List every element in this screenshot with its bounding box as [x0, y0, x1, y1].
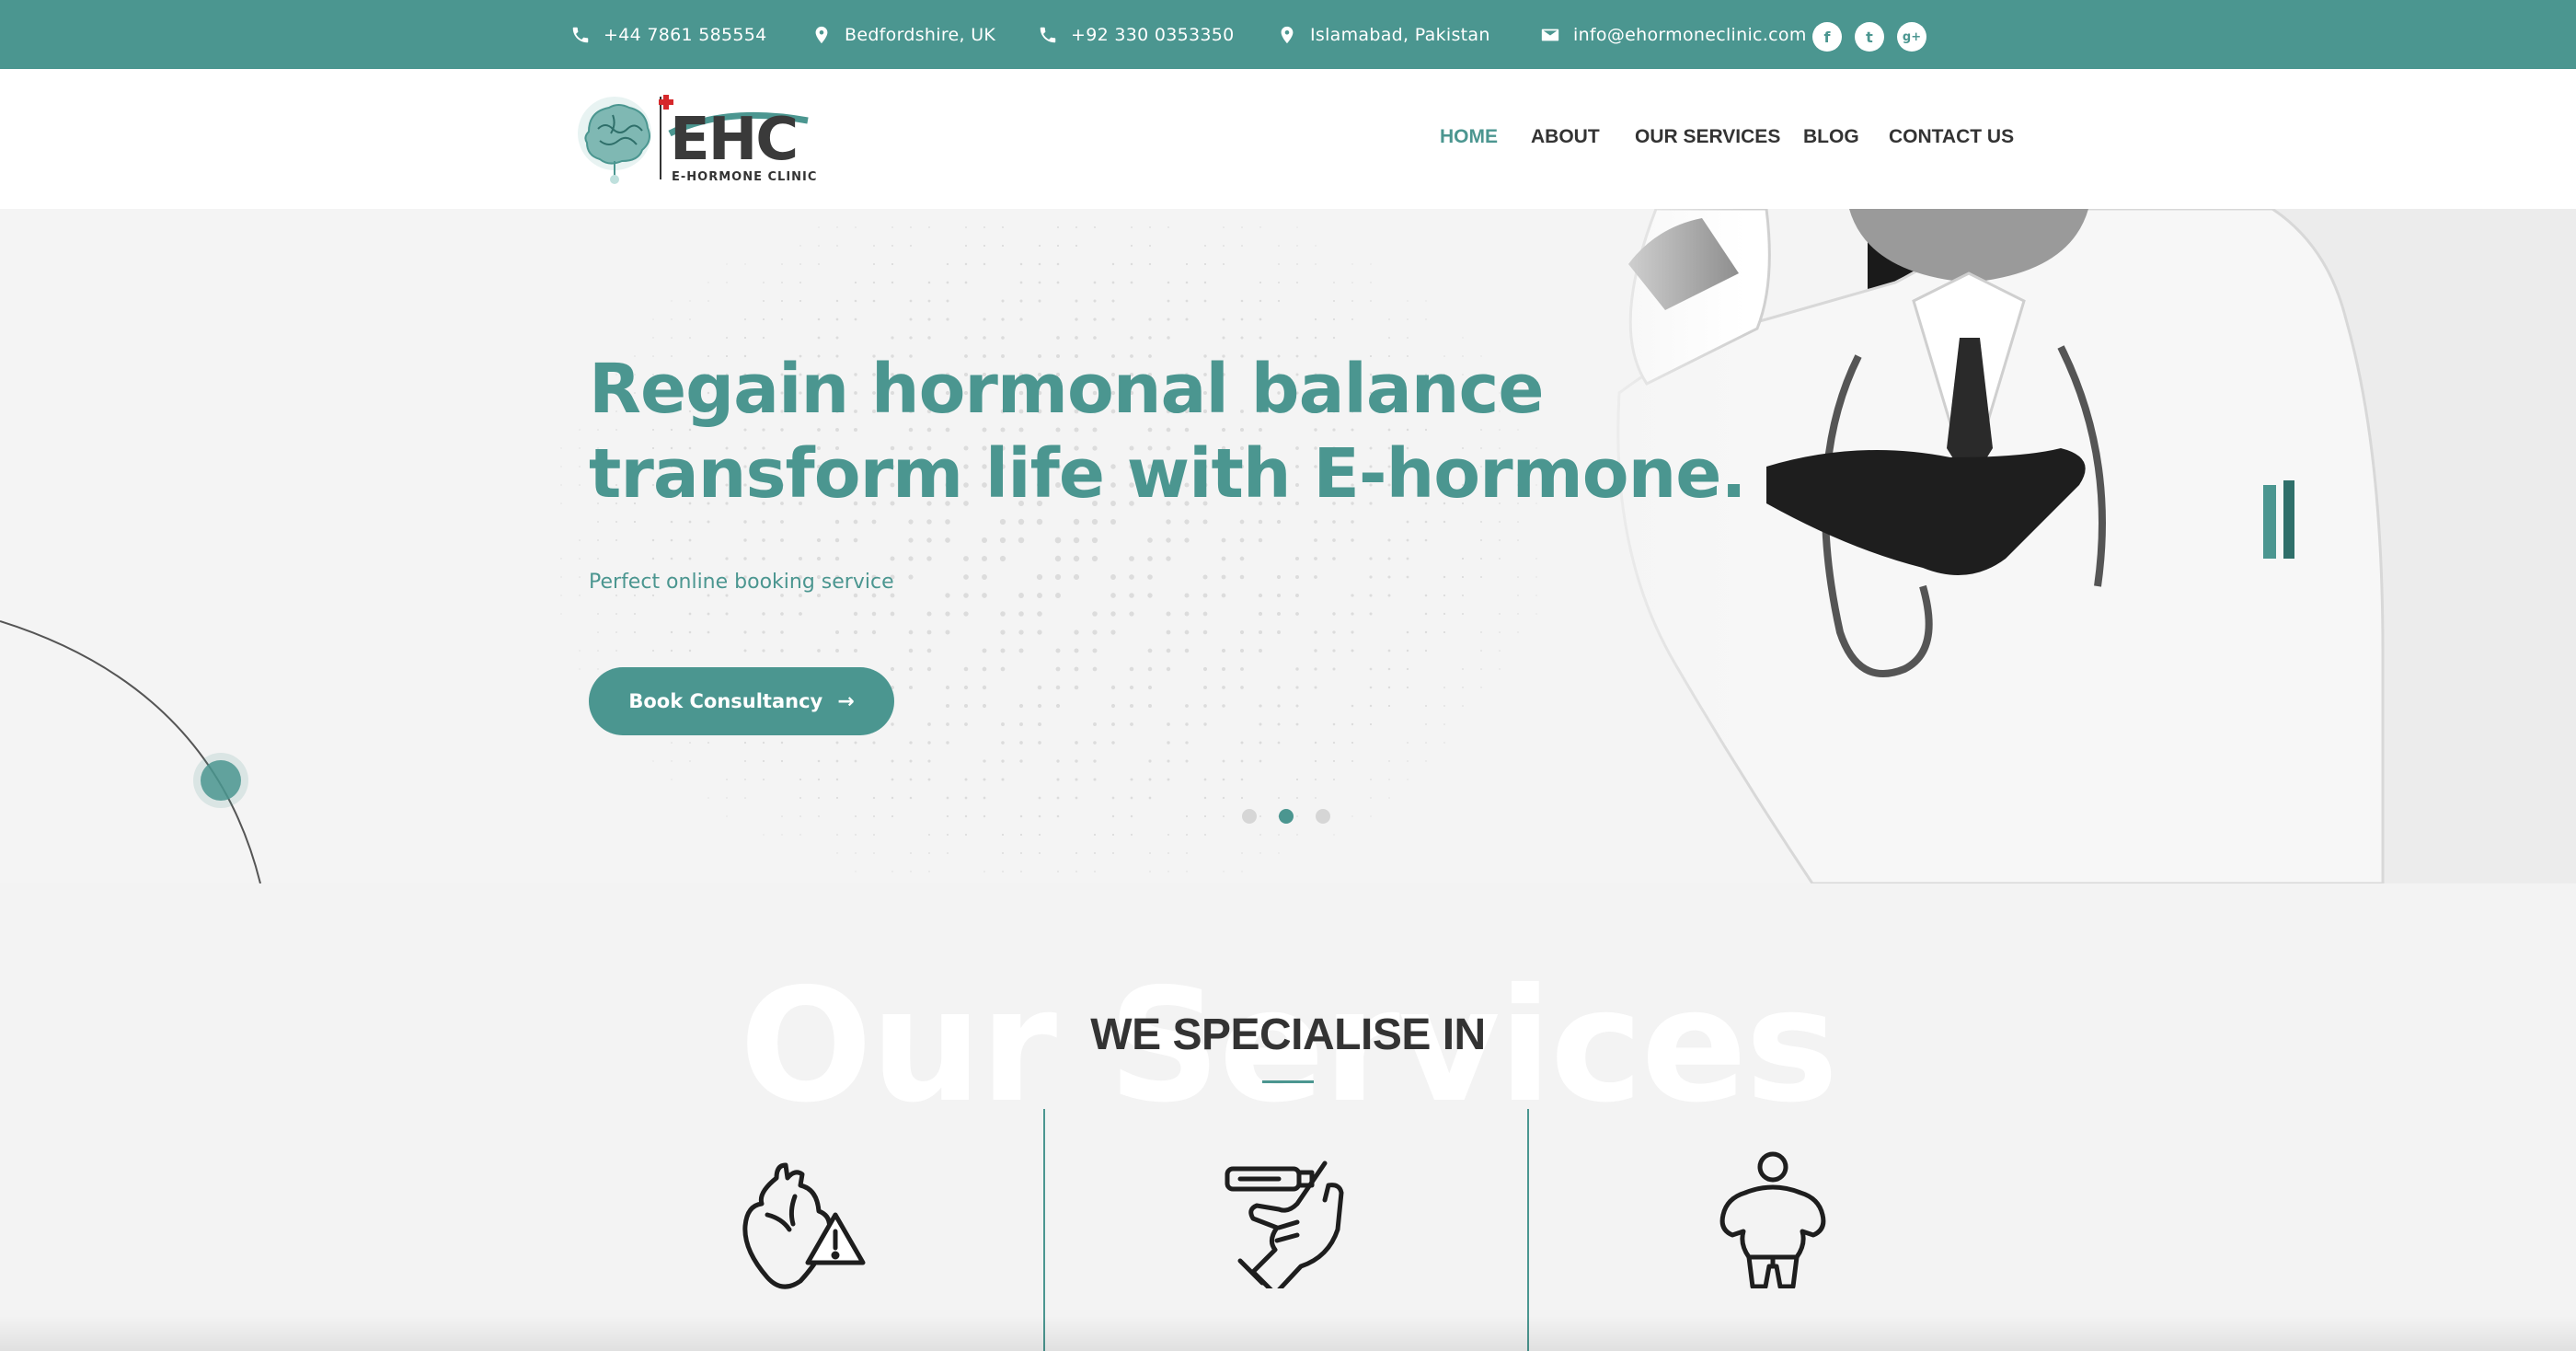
location-pin-icon — [1277, 25, 1297, 45]
slide-dot-3[interactable] — [1316, 809, 1330, 824]
mail-icon — [1540, 25, 1560, 45]
slider-pagination — [1242, 809, 1330, 824]
contact-phone-uk[interactable]: +44 7861 585554 — [570, 0, 767, 69]
location-pin-icon — [811, 25, 832, 45]
column-divider — [1043, 1109, 1045, 1351]
hero-title: Regain hormonal balance transform life w… — [589, 347, 1747, 516]
twitter-icon[interactable]: t — [1855, 22, 1884, 52]
nav-our-services[interactable]: OUR SERVICES — [1635, 126, 1780, 148]
contact-phone-pk[interactable]: +92 330 0353350 — [1038, 0, 1235, 69]
svg-text:EHC: EHC — [670, 106, 797, 174]
nav-home[interactable]: HOME — [1440, 126, 1498, 148]
ehc-logo[interactable]: EHC E-HORMONE CLINIC — [570, 87, 837, 193]
brain-icon — [578, 97, 651, 184]
decorative-arc — [0, 620, 261, 883]
services-title: WE SPECIALISE IN — [1090, 1010, 1486, 1059]
nav-blog[interactable]: BLOG — [1803, 126, 1859, 148]
hero-subtitle: Perfect online booking service — [589, 571, 894, 594]
contact-location-pk: Islamabad, Pakistan — [1277, 0, 1490, 69]
contact-email-text: info@ehormoneclinic.com — [1573, 24, 1807, 45]
contact-location-pk-text: Islamabad, Pakistan — [1310, 24, 1490, 45]
title-underline — [1262, 1080, 1314, 1083]
book-consultancy-label: Book Consultancy — [628, 690, 823, 712]
contact-location-uk-text: Bedfordshire, UK — [845, 24, 996, 45]
slide-dot-2[interactable] — [1279, 809, 1294, 824]
google-plus-icon[interactable]: g+ — [1897, 22, 1926, 52]
hand-thermometer-icon[interactable] — [1224, 1150, 1352, 1297]
hero-title-line2: transform life with E-hormone. — [589, 434, 1747, 514]
phone-icon — [570, 25, 591, 45]
hero-title-line1: Regain hormonal balance — [589, 350, 1545, 429]
nav-contact-us[interactable]: CONTACT US — [1889, 126, 2014, 148]
contact-phone-uk-text: +44 7861 585554 — [604, 24, 767, 45]
heart-warning-icon[interactable] — [740, 1160, 868, 1298]
services-section: Our Services WE SPECIALISE IN — [0, 883, 2576, 1351]
contact-topbar: +44 7861 585554 Bedfordshire, UK +92 330… — [0, 0, 2576, 69]
contact-email[interactable]: info@ehormoneclinic.com — [1540, 0, 1807, 69]
arrow-right-icon: → — [837, 689, 855, 713]
contact-location-uk: Bedfordshire, UK — [811, 0, 995, 69]
contact-phone-pk-text: +92 330 0353350 — [1071, 24, 1235, 45]
phone-icon — [1038, 25, 1058, 45]
dot-pattern — [560, 226, 1537, 872]
nav-about[interactable]: ABOUT — [1531, 126, 1600, 148]
section-bottom-shadow — [0, 1316, 2576, 1351]
site-header: EHC E-HORMONE CLINIC HOME ABOUT OUR SERV… — [0, 69, 2576, 209]
obesity-person-icon[interactable] — [1708, 1150, 1837, 1289]
hero-slider: Regain hormonal balance transform life w… — [0, 209, 2576, 883]
slide-dot-1[interactable] — [1242, 809, 1257, 824]
doctor-photo — [1564, 209, 2576, 883]
facebook-icon[interactable]: f — [1812, 22, 1842, 52]
column-divider — [1527, 1109, 1529, 1351]
logo-tagline: E-HORMONE CLINIC — [672, 170, 817, 184]
book-consultancy-button[interactable]: Book Consultancy → — [589, 667, 894, 735]
